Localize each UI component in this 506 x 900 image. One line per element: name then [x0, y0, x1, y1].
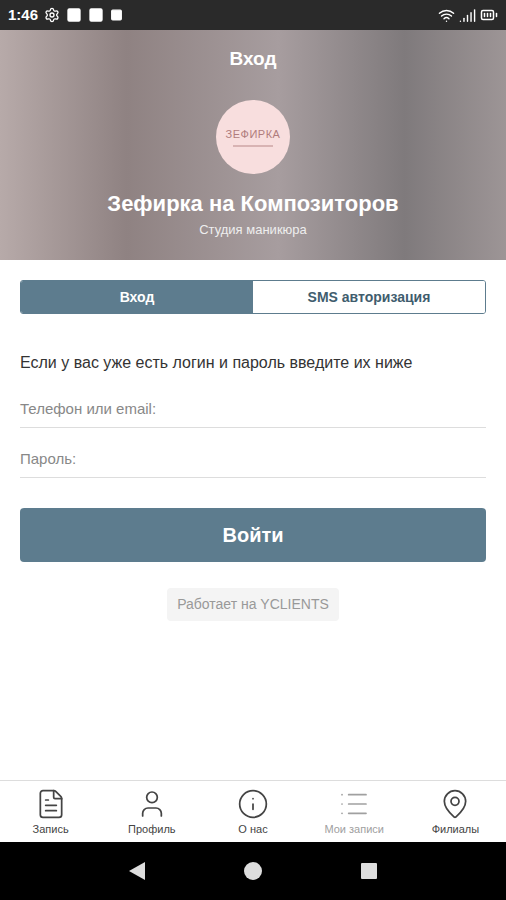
wifi-icon [438, 7, 455, 24]
bottom-nav-item[interactable]: Мои записи [304, 781, 405, 842]
bottom-nav: ЗаписьПрофильО насМои записиФилиалы [0, 780, 506, 842]
login-hint: Если у вас уже есть логин и пароль введи… [20, 352, 486, 374]
bottom-nav-item[interactable]: Профиль [101, 781, 202, 842]
studio-type: Студия маникюра [199, 220, 307, 240]
status-bar: 1:46 [0, 0, 506, 30]
app: 1:46 Вход ЗЕФИРКА Зефирка на КомпозиторовСт… [0, 0, 506, 900]
sd-card-icon [110, 7, 123, 23]
header: Вход ЗЕФИРКА Зефирка на КомпозиторовСтудия… [0, 30, 506, 260]
person-icon [136, 788, 168, 820]
system-nav-bar [0, 842, 506, 900]
bottom-nav-item[interactable]: Запись [0, 781, 101, 842]
login-content: ВходSMS авторизация Если у вас уже есть л… [0, 260, 506, 780]
auth-tab[interactable]: SMS авторизация [253, 281, 485, 313]
auth-tab[interactable]: Вход [21, 281, 253, 313]
signal-icon [459, 7, 476, 24]
document-icon [35, 788, 67, 820]
home-icon[interactable] [243, 861, 263, 881]
auth-tabs: ВходSMS авторизация [20, 280, 486, 314]
gear-icon [44, 7, 60, 23]
text-field[interactable]: Телефон или email: [20, 392, 486, 428]
login-button[interactable]: Войти [20, 508, 486, 562]
bottom-nav-item[interactable]: О нас [202, 781, 303, 842]
list-icon [338, 788, 370, 820]
recents-icon[interactable] [360, 862, 378, 880]
back-icon[interactable] [128, 861, 146, 881]
bottom-nav-item[interactable]: Филиалы [405, 781, 506, 842]
powered-by-badge[interactable]: Работает на YCLIENTS [167, 588, 339, 621]
studio-name: Зефирка на Композиторов [107, 190, 398, 218]
studio-logo: ЗЕФИРКА [216, 100, 290, 174]
header-title: Вход [230, 45, 277, 74]
notification-icon [66, 7, 82, 23]
map-pin-icon [439, 788, 471, 820]
info-icon [237, 788, 269, 820]
battery-icon [480, 6, 498, 24]
text-field[interactable]: Пароль: [20, 442, 486, 478]
notification-icon [88, 7, 104, 23]
status-time: 1:46 [8, 4, 38, 27]
